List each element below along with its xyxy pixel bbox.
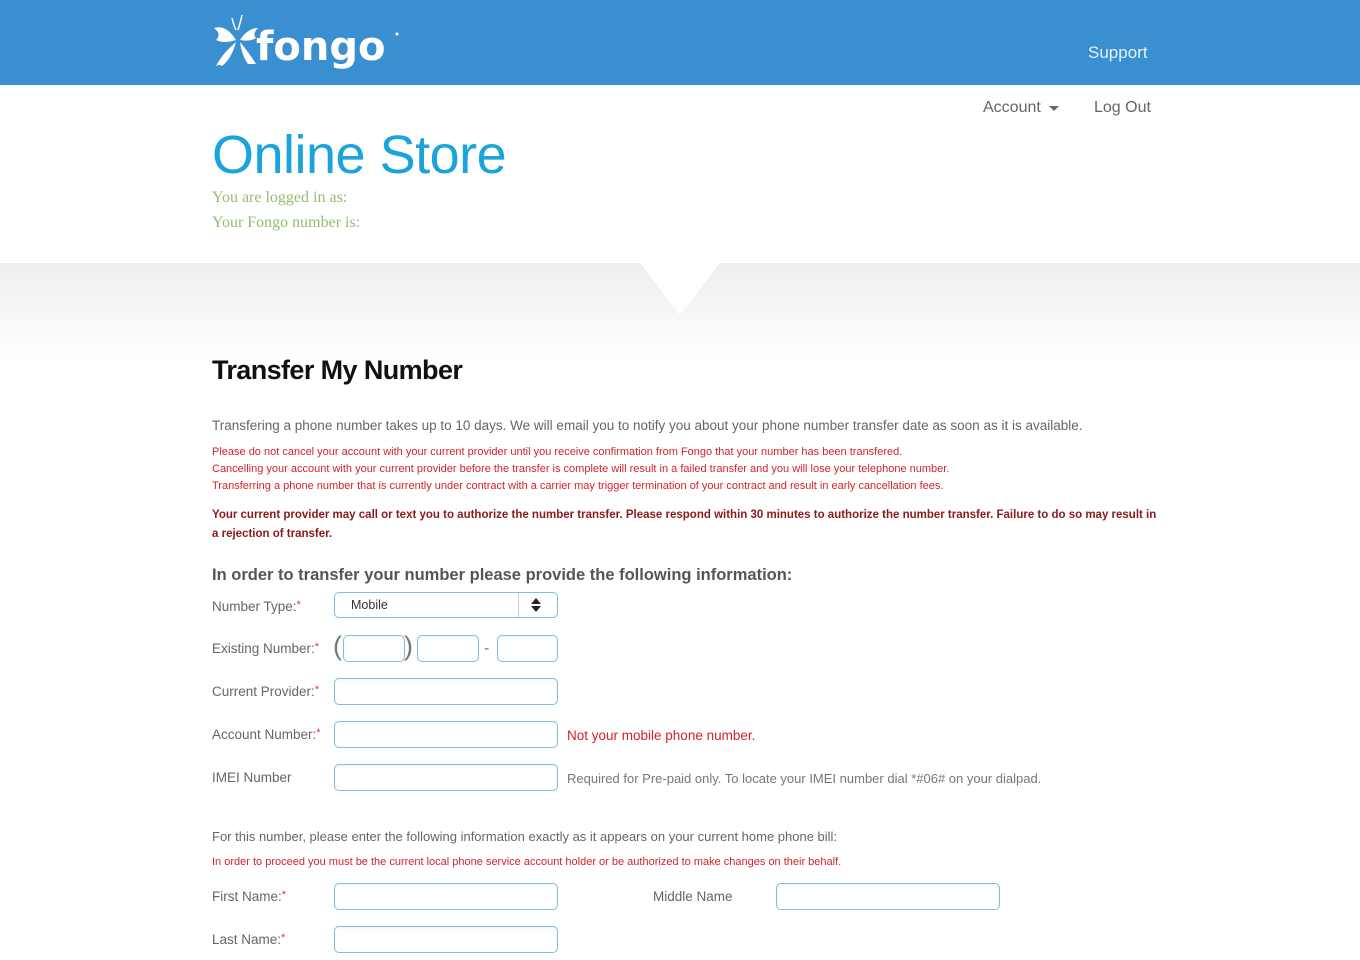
- existing-number-label: Existing Number:*: [212, 641, 319, 656]
- current-provider-input[interactable]: [334, 678, 558, 705]
- number-dash: -: [484, 640, 490, 657]
- logout-link[interactable]: Log Out: [1094, 99, 1151, 117]
- prefix-input[interactable]: [417, 635, 479, 662]
- bill-warning-text: In order to proceed you must be the curr…: [212, 856, 842, 868]
- open-paren: (: [333, 631, 342, 661]
- account-number-hint: Not your mobile phone number.: [567, 728, 756, 743]
- middle-name-label: Middle Name: [653, 889, 733, 904]
- logged-in-label: You are logged in as:: [212, 189, 348, 206]
- bill-intro-text: For this number, please enter the follow…: [212, 829, 838, 844]
- required-mark: *: [314, 684, 320, 696]
- required-mark: *: [281, 889, 287, 901]
- line-number-input[interactable]: [497, 635, 558, 662]
- select-divider: [518, 593, 519, 617]
- required-mark: *: [296, 599, 301, 611]
- selected-value: Mobile: [351, 598, 388, 612]
- account-label: Account: [983, 99, 1041, 116]
- top-header-bar: fongo Support: [0, 0, 1360, 85]
- account-number-label: Account Number:*: [212, 727, 321, 742]
- required-mark: *: [281, 932, 286, 944]
- butterfly-logo-icon: fongo: [214, 14, 399, 70]
- fongo-number-label: Your Fongo number is:: [212, 214, 361, 231]
- last-name-input[interactable]: [334, 926, 558, 953]
- first-name-label: First Name:*: [212, 889, 286, 904]
- store-title: Online Store: [212, 125, 507, 185]
- label-text: Current Provider:: [212, 684, 315, 699]
- warning-text: Cancelling your account with your curren…: [212, 463, 950, 475]
- support-link[interactable]: Support: [1088, 43, 1148, 63]
- section-heading: In order to transfer your number please …: [212, 566, 793, 584]
- label-text: Account Number:: [212, 727, 317, 742]
- current-provider-label: Current Provider:*: [212, 684, 319, 699]
- close-paren: ): [404, 631, 413, 661]
- number-type-select[interactable]: Mobile: [334, 592, 558, 618]
- account-menu[interactable]: Account: [983, 99, 1059, 117]
- brand-wordmark: fongo: [256, 24, 385, 70]
- number-type-label: Number Type:*: [212, 599, 301, 614]
- middle-name-input[interactable]: [776, 883, 1000, 910]
- divider-notch: [640, 263, 720, 315]
- account-number-input[interactable]: [334, 721, 558, 748]
- imei-input[interactable]: [334, 764, 558, 791]
- label-text: Existing Number:: [212, 641, 315, 656]
- required-mark: *: [316, 727, 321, 739]
- page-heading: Transfer My Number: [212, 355, 463, 385]
- label-text: Number Type:: [212, 599, 297, 614]
- intro-text: Transfering a phone number takes up to 1…: [212, 418, 1083, 433]
- last-name-label: Last Name:*: [212, 932, 285, 947]
- fongo-logo[interactable]: fongo: [212, 10, 402, 72]
- warning-text: Please do not cancel your account with y…: [212, 446, 903, 458]
- first-name-input[interactable]: [334, 883, 558, 910]
- label-text: First Name:: [212, 889, 282, 904]
- imei-label: IMEI Number: [212, 770, 292, 785]
- imei-hint: Required for Pre-paid only. To locate yo…: [567, 771, 1042, 786]
- warning-text: Transferring a phone number that is curr…: [212, 480, 944, 492]
- caret-down-icon: [1048, 105, 1059, 111]
- label-text: Last Name:: [212, 932, 282, 947]
- sort-arrows-icon: [531, 598, 541, 612]
- area-code-input[interactable]: [343, 635, 405, 662]
- authorization-warning: Your current provider may call or text y…: [212, 509, 1157, 540]
- required-mark: *: [314, 641, 320, 653]
